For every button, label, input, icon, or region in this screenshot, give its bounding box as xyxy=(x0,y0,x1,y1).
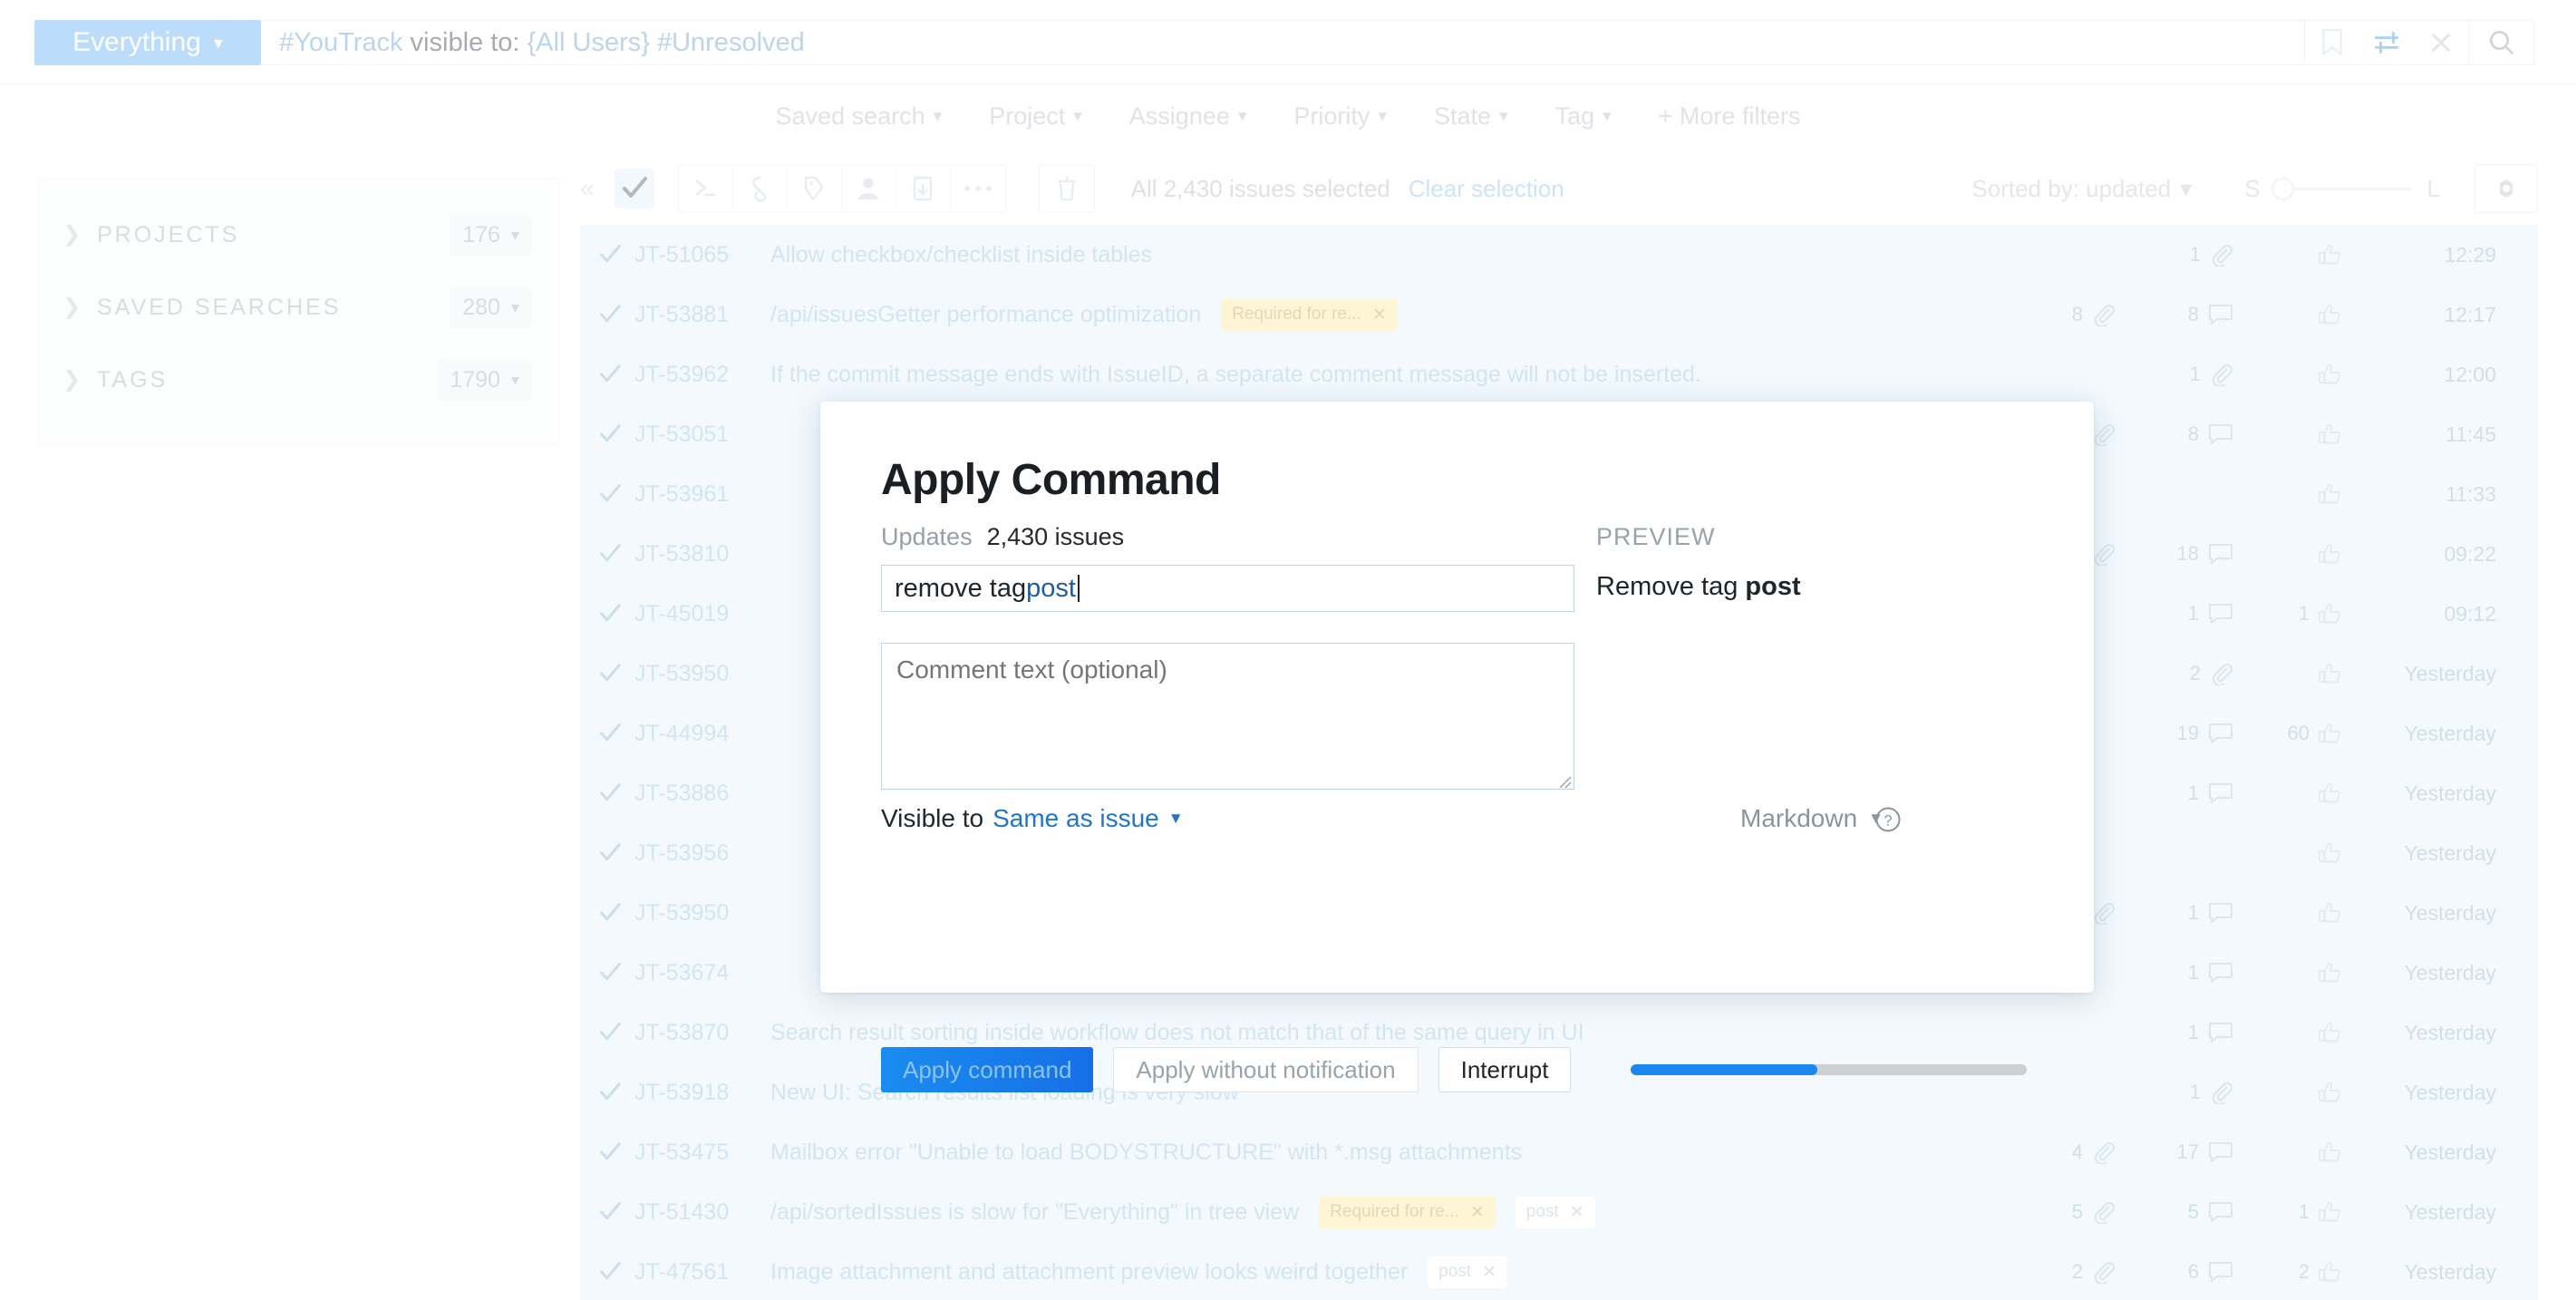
apply-command-button[interactable]: Apply command xyxy=(881,1047,1094,1092)
visible-to-value[interactable]: Same as issue xyxy=(993,804,1159,833)
preview-bold: post xyxy=(1745,572,1801,601)
help-icon[interactable]: ? xyxy=(1874,806,1902,838)
chevron-down-icon: ▼ xyxy=(1167,810,1184,827)
updates-count: 2,430 issues xyxy=(986,523,1125,550)
dialog-actions: Apply command Apply without notification… xyxy=(881,1047,2028,1092)
youtrack-issues-page: Everything ▾ #YouTrack visible to: {All … xyxy=(0,0,2576,1300)
progress-bar-fill xyxy=(1631,1064,1817,1075)
apply-command-dialog: Apply Command Updates 2,430 issues PREVI… xyxy=(820,402,2094,1092)
command-prefix: remove tag xyxy=(895,573,1027,603)
updates-label: Updates xyxy=(881,523,973,550)
svg-text:?: ? xyxy=(1884,812,1892,829)
markdown-label: Markdown xyxy=(1740,804,1858,832)
preview-label: PREVIEW xyxy=(1596,523,1716,550)
updates-line: Updates 2,430 issues xyxy=(881,523,1124,551)
apply-without-notification-button[interactable]: Apply without notification xyxy=(1113,1047,1419,1092)
dialog-title: Apply Command xyxy=(881,456,1221,504)
markdown-selector[interactable]: Markdown ▼ xyxy=(1740,804,1884,833)
preview-value: Remove tag post xyxy=(1596,572,1801,602)
command-input[interactable]: remove tag post xyxy=(881,565,1574,612)
text-caret xyxy=(1077,575,1080,602)
command-highlight: post xyxy=(1026,573,1076,603)
comment-textarea[interactable] xyxy=(881,643,1574,790)
visibility-selector[interactable]: Visible to Same as issue ▼ xyxy=(881,804,1184,833)
progress-bar xyxy=(1631,1064,2028,1075)
preview-prefix: Remove tag xyxy=(1596,572,1746,601)
visible-to-label: Visible to xyxy=(881,804,984,832)
interrupt-button[interactable]: Interrupt xyxy=(1438,1047,1572,1092)
